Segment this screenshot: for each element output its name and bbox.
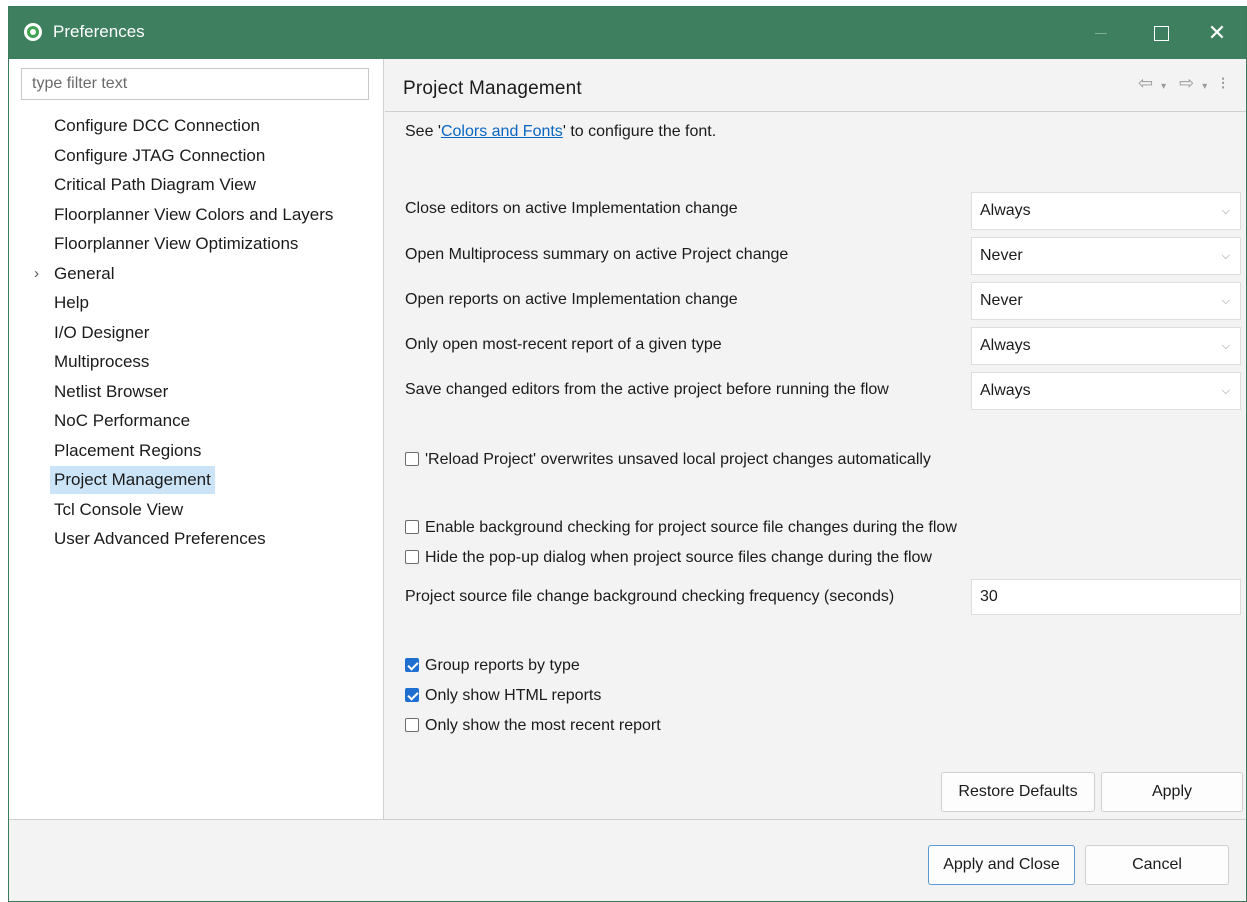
reload-project-checkbox[interactable]: 'Reload Project' overwrites unsaved loca… — [405, 451, 931, 469]
tree-item-multiprocess[interactable]: Multiprocess — [9, 347, 384, 377]
page-title: Project Management — [403, 78, 582, 99]
filter-input[interactable]: type filter text — [21, 68, 369, 100]
open-multiprocess-combo[interactable]: Never ⌵ — [971, 237, 1241, 275]
back-dropdown-icon[interactable]: ▾ — [1161, 81, 1166, 92]
tree-item-tcl-console-view[interactable]: Tcl Console View — [9, 495, 384, 525]
html-reports-checkbox[interactable]: Only show HTML reports — [405, 687, 601, 705]
tree-item-configure-dcc-connection[interactable]: Configure DCC Connection — [9, 111, 384, 141]
cancel-button[interactable]: Cancel — [1085, 845, 1229, 885]
preference-tree-panel: type filter text Configure DCC Connectio… — [9, 59, 384, 819]
tree-item-floorplanner-colors-layers[interactable]: Floorplanner View Colors and Layers — [9, 200, 384, 230]
frequency-input[interactable]: 30 — [971, 579, 1241, 615]
maximize-button[interactable] — [1138, 7, 1184, 59]
tree-item-placement-regions[interactable]: Placement Regions — [9, 436, 384, 466]
checkbox-icon — [405, 718, 419, 732]
checkbox-icon — [405, 520, 419, 534]
tree-item-io-designer[interactable]: I/O Designer — [9, 318, 384, 348]
minimize-button[interactable] — [1078, 7, 1124, 59]
checkbox-icon — [405, 452, 419, 466]
chevron-down-icon: ⌵ — [1221, 340, 1230, 352]
open-multiprocess-label: Open Multiprocess summary on active Proj… — [405, 246, 789, 263]
forward-arrow-icon[interactable]: ⇨ — [1179, 73, 1194, 93]
checkbox-icon — [405, 550, 419, 564]
restore-defaults-button[interactable]: Restore Defaults — [941, 772, 1095, 812]
divider — [385, 111, 1246, 112]
tree-item-floorplanner-optimizations[interactable]: Floorplanner View Optimizations — [9, 229, 384, 259]
title-bar: Preferences ✕ — [9, 7, 1246, 59]
view-menu-icon[interactable]: ⁝ — [1220, 73, 1226, 93]
expand-chevron-icon[interactable]: › — [34, 259, 39, 289]
close-editors-label: Close editors on active Implementation c… — [405, 200, 738, 217]
recent-report-checkbox[interactable]: Only show the most recent report — [405, 717, 661, 735]
font-hint: See 'Colors and Fonts' to configure the … — [405, 123, 717, 140]
most-recent-report-combo[interactable]: Always ⌵ — [971, 327, 1241, 365]
tree-item-critical-path-diagram-view[interactable]: Critical Path Diagram View — [9, 170, 384, 200]
most-recent-report-label: Only open most-recent report of a given … — [405, 336, 722, 353]
open-reports-combo[interactable]: Never ⌵ — [971, 282, 1241, 320]
chevron-down-icon: ⌵ — [1221, 250, 1230, 262]
background-checking-checkbox[interactable]: Enable background checking for project s… — [405, 519, 957, 537]
chevron-down-icon: ⌵ — [1221, 295, 1230, 307]
page-navigation: ⇦ ▾ ⇨ ▾ ⁝ — [1130, 73, 1226, 94]
close-editors-combo[interactable]: Always ⌵ — [971, 192, 1241, 230]
tree-item-configure-jtag-connection[interactable]: Configure JTAG Connection — [9, 141, 384, 171]
preference-page: Project Management ⇦ ▾ ⇨ ▾ ⁝ See 'Colors a… — [385, 59, 1246, 819]
checkbox-checked-icon — [405, 688, 419, 702]
group-reports-checkbox[interactable]: Group reports by type — [405, 657, 580, 675]
window-title: Preferences — [53, 22, 145, 41]
save-editors-label: Save changed editors from the active pro… — [405, 381, 889, 398]
chevron-down-icon: ⌵ — [1221, 385, 1230, 397]
tree-item-user-advanced-preferences[interactable]: User Advanced Preferences — [9, 524, 384, 554]
open-reports-label: Open reports on active Implementation ch… — [405, 291, 738, 308]
tree-item-netlist-browser[interactable]: Netlist Browser — [9, 377, 384, 407]
close-button[interactable]: ✕ — [1194, 7, 1240, 59]
hide-popup-checkbox[interactable]: Hide the pop-up dialog when project sour… — [405, 549, 932, 567]
apply-and-close-button[interactable]: Apply and Close — [928, 845, 1075, 885]
tree-item-noc-performance[interactable]: NoC Performance — [9, 406, 384, 436]
preferences-window: Preferences ✕ type filter text Configure… — [8, 6, 1247, 902]
forward-dropdown-icon[interactable]: ▾ — [1202, 81, 1207, 92]
checkbox-checked-icon — [405, 658, 419, 672]
frequency-label: Project source file change background ch… — [405, 588, 895, 605]
tree-item-help[interactable]: Help — [9, 288, 384, 318]
colors-and-fonts-link[interactable]: Colors and Fonts — [441, 123, 563, 140]
preference-tree: Configure DCC Connection Configure JTAG … — [9, 111, 384, 554]
divider — [9, 819, 1246, 820]
back-arrow-icon[interactable]: ⇦ — [1138, 73, 1153, 93]
chevron-down-icon: ⌵ — [1221, 205, 1230, 217]
tree-item-project-management[interactable]: Project Management — [9, 465, 384, 495]
apply-button[interactable]: Apply — [1101, 772, 1243, 812]
tree-item-general[interactable]: › General — [9, 259, 384, 289]
save-editors-combo[interactable]: Always ⌵ — [971, 372, 1241, 410]
app-logo-icon — [24, 23, 42, 41]
